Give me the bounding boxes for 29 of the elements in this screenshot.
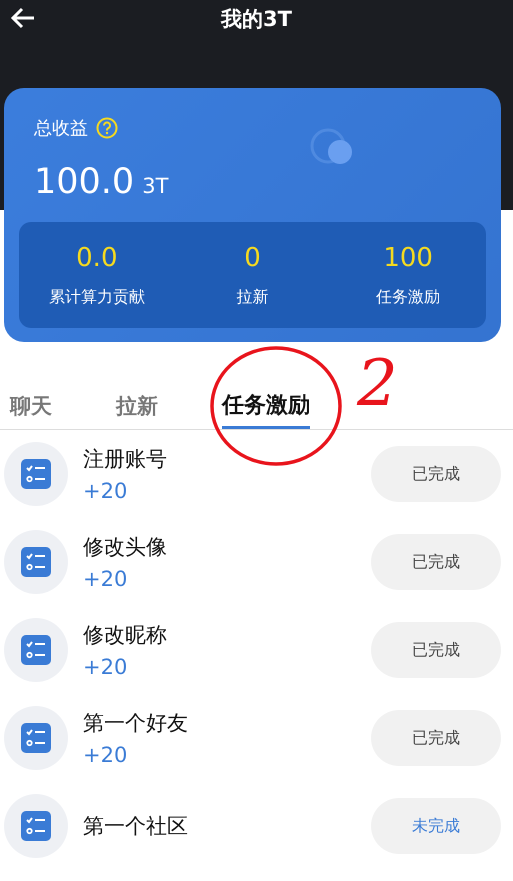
task-name: 第一个好友	[83, 710, 189, 737]
stat-value: 100	[383, 242, 433, 272]
task-name: 修改昵称	[83, 622, 168, 649]
earnings-amount: 100.0	[34, 162, 134, 202]
task-name: 注册账号	[83, 446, 168, 473]
page-title: 我的3T	[221, 6, 292, 33]
earnings-label: 总收益	[34, 117, 88, 140]
task-reward: +20	[83, 743, 128, 767]
back-arrow-icon[interactable]	[10, 6, 36, 30]
task-status-button[interactable]: 已完成	[371, 710, 501, 766]
help-icon[interactable]	[96, 117, 118, 139]
task-name: 修改头像	[83, 534, 168, 561]
stat-label: 任务激励	[376, 286, 440, 308]
task-status-button[interactable]: 已完成	[371, 446, 501, 502]
stat-label: 累计算力贡献	[48, 286, 145, 308]
task-status-button[interactable]: 已完成	[371, 622, 501, 678]
task-reward: +20	[83, 655, 128, 679]
stat-label: 拉新	[236, 286, 268, 308]
earnings-unit: 3T	[142, 174, 168, 198]
stat-value: 0.0	[76, 242, 118, 272]
stat-value: 0	[244, 242, 261, 272]
task-status-button[interactable]: 已完成	[371, 534, 501, 590]
tab[interactable]: 聊天	[10, 392, 52, 429]
task-reward: +20	[83, 567, 128, 591]
tab[interactable]: 拉新	[116, 392, 158, 429]
task-name: 第一个社区	[83, 813, 189, 840]
task-reward: +20	[83, 479, 128, 503]
task-status-button[interactable]: 未完成	[371, 798, 501, 854]
annotation-number: 2	[357, 352, 398, 416]
